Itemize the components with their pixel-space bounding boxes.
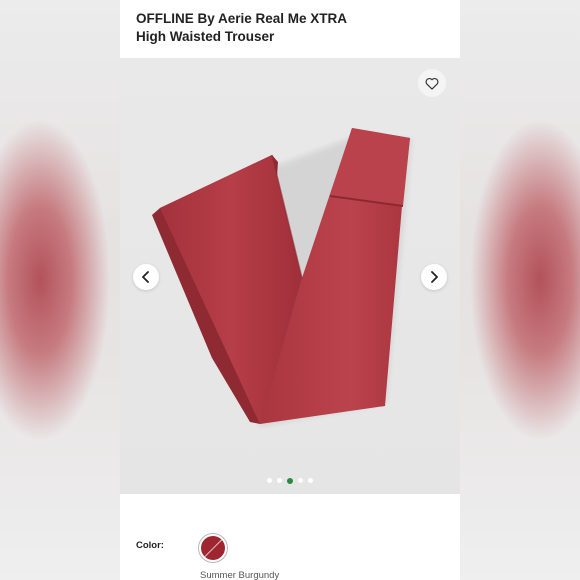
gallery-dot-3[interactable]: [287, 477, 293, 484]
product-title-line-1: OFFLINE By Aerie Real Me XTRA: [136, 11, 348, 26]
chevron-left-icon: [142, 271, 149, 283]
color-label: Color:: [136, 540, 164, 551]
favorite-button[interactable]: [418, 69, 446, 97]
product-image: [152, 128, 412, 426]
gallery-dot-2[interactable]: [277, 478, 282, 483]
gallery-dot-4[interactable]: [298, 478, 303, 483]
product-card: OFFLINE By Aerie Real Me XTRA High Waist…: [120, 0, 460, 580]
swatch-fill: [201, 536, 225, 560]
previous-image-button[interactable]: [133, 264, 159, 290]
product-image-gallery[interactable]: [120, 58, 460, 494]
product-title: OFFLINE By Aerie Real Me XTRA High Waist…: [136, 10, 436, 46]
selected-color-name: Summer Burgundy: [200, 570, 280, 580]
gallery-dot-1[interactable]: [267, 478, 272, 483]
product-title-line-2: High Waisted Trouser: [136, 29, 275, 44]
next-image-button[interactable]: [421, 264, 447, 290]
gallery-dot-5[interactable]: [308, 478, 313, 483]
chevron-right-icon: [431, 271, 438, 283]
heart-icon: [425, 77, 439, 90]
gallery-pagination: [120, 477, 460, 484]
color-swatch-summer-burgundy[interactable]: [198, 533, 228, 563]
